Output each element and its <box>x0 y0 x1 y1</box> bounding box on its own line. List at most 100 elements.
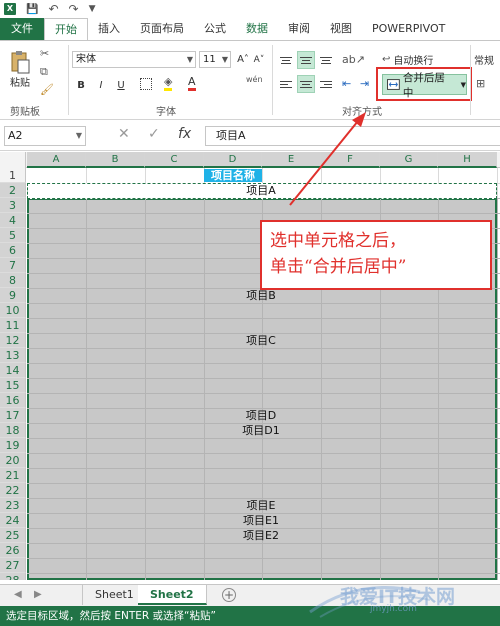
align-bottom-button[interactable] <box>317 51 335 69</box>
row-header-27[interactable]: 27 <box>0 558 26 573</box>
row-header-2[interactable]: 2 <box>0 183 26 198</box>
align-left-button[interactable] <box>277 75 295 93</box>
undo-icon[interactable]: ↶ <box>48 2 58 16</box>
underline-button[interactable]: U <box>114 77 128 93</box>
column-header-b[interactable]: B <box>86 152 145 168</box>
align-top-button[interactable] <box>277 51 295 69</box>
row-header-4[interactable]: 4 <box>0 213 26 228</box>
cell-project-e1[interactable]: 项目E1 <box>202 513 320 528</box>
increase-indent-icon[interactable]: ⇥ <box>360 77 369 90</box>
row-header-5[interactable]: 5 <box>0 228 26 243</box>
tab-data[interactable]: 数据 <box>236 18 278 40</box>
row-header-13[interactable]: 13 <box>0 348 26 363</box>
row-header-8[interactable]: 8 <box>0 273 26 288</box>
italic-button[interactable]: I <box>94 77 108 93</box>
borders-icon[interactable] <box>140 78 152 90</box>
status-text: 选定目标区域，然后按 ENTER 或选择“粘贴” <box>6 610 216 622</box>
tab-view[interactable]: 视图 <box>320 18 362 40</box>
tab-insert[interactable]: 插入 <box>88 18 130 40</box>
align-right-button[interactable] <box>317 75 335 93</box>
row-header-28[interactable]: 28 <box>0 573 26 580</box>
formula-bar: A2 ▼ ✕ ✓ fx 项目A <box>0 121 500 151</box>
row-header-22[interactable]: 22 <box>0 483 26 498</box>
tab-file[interactable]: 文件 <box>0 18 44 40</box>
row-header-7[interactable]: 7 <box>0 258 26 273</box>
cut-icon[interactable]: ✂ <box>40 47 49 60</box>
font-name-select[interactable]: 宋体 ▼ <box>72 51 196 68</box>
column-header-h[interactable]: H <box>438 152 497 168</box>
fill-color-icon[interactable]: ◈ <box>164 76 173 91</box>
select-all-corner[interactable] <box>0 152 26 168</box>
tab-formulas[interactable]: 公式 <box>194 18 236 40</box>
next-sheet-icon[interactable]: ▶ <box>34 589 42 600</box>
orientation-icon[interactable]: ab↗ <box>342 53 365 66</box>
formula-input[interactable]: 项目A <box>205 126 500 146</box>
grow-font-button[interactable]: A˄ <box>236 51 250 68</box>
add-sheet-icon[interactable]: + <box>222 588 236 602</box>
font-size-select[interactable]: 11 ▼ <box>199 51 231 68</box>
cell-project-b[interactable]: 项目B <box>202 288 320 303</box>
paste-button[interactable]: 粘贴 <box>6 45 34 93</box>
row-header-26[interactable]: 26 <box>0 543 26 558</box>
currency-icon[interactable]: ⊞ <box>476 77 485 90</box>
row-header-23[interactable]: 23 <box>0 498 26 513</box>
row-header-6[interactable]: 6 <box>0 243 26 258</box>
phonetic-button[interactable]: wén <box>246 75 263 84</box>
row-header-10[interactable]: 10 <box>0 303 26 318</box>
number-format-select[interactable]: 常规 <box>474 51 500 67</box>
fx-icon[interactable]: fx <box>178 126 191 142</box>
tab-powerpivot[interactable]: POWERPIVOT <box>362 18 455 40</box>
header-cell-d1[interactable]: 项目名称 <box>204 169 262 182</box>
row-header-21[interactable]: 21 <box>0 468 26 483</box>
instruction-callout: 选中单元格之后， 单击“合并后居中” <box>260 220 492 290</box>
tab-home[interactable]: 开始 <box>44 18 88 40</box>
row-header-16[interactable]: 16 <box>0 393 26 408</box>
format-painter-icon[interactable]: 🖌 <box>40 83 54 96</box>
font-color-icon[interactable]: A <box>188 76 196 91</box>
align-center-button[interactable] <box>297 75 315 93</box>
confirm-icon[interactable]: ✓ <box>148 126 160 142</box>
row-header-15[interactable]: 15 <box>0 378 26 393</box>
decrease-indent-icon[interactable]: ⇤ <box>342 77 351 90</box>
cell-project-d[interactable]: 项目D <box>202 408 320 423</box>
cancel-icon[interactable]: ✕ <box>118 126 130 142</box>
row-header-17[interactable]: 17 <box>0 408 26 423</box>
cell-project-e2[interactable]: 项目E2 <box>202 528 320 543</box>
cell-project-e[interactable]: 项目E <box>202 498 320 513</box>
row-header-14[interactable]: 14 <box>0 363 26 378</box>
column-header-d[interactable]: D <box>204 152 262 168</box>
row-header-3[interactable]: 3 <box>0 198 26 213</box>
tab-review[interactable]: 审阅 <box>278 18 320 40</box>
shrink-font-button[interactable]: A˅ <box>252 51 266 68</box>
prev-sheet-icon[interactable]: ◀ <box>14 589 22 600</box>
paste-icon <box>11 50 30 73</box>
redo-icon[interactable]: ↷ <box>69 2 79 16</box>
column-header-f[interactable]: F <box>321 152 380 168</box>
column-header-a[interactable]: A <box>27 152 86 168</box>
column-header-e[interactable]: E <box>262 152 321 168</box>
name-box[interactable]: A2 ▼ <box>4 126 86 146</box>
column-header-g[interactable]: G <box>380 152 438 168</box>
tab-page-layout[interactable]: 页面布局 <box>130 18 194 40</box>
sheet-tab-sheet2[interactable]: Sheet2 <box>138 585 207 605</box>
row-header-19[interactable]: 19 <box>0 438 26 453</box>
cell-project-d1[interactable]: 项目D1 <box>202 423 320 438</box>
spreadsheet-grid[interactable]: A B C D E F G H 1 2 3 4 5 6 7 8 9 10 11 12 13 14 15 16 1… <box>0 152 500 580</box>
row-header-9[interactable]: 9 <box>0 288 26 303</box>
row-header-12[interactable]: 12 <box>0 333 26 348</box>
filter-icon[interactable]: ▼ <box>89 4 96 14</box>
column-header-c[interactable]: C <box>145 152 204 168</box>
row-header-20[interactable]: 20 <box>0 453 26 468</box>
save-icon[interactable]: 💾 <box>26 4 38 15</box>
row-header-24[interactable]: 24 <box>0 513 26 528</box>
row-header-1[interactable]: 1 <box>0 168 26 183</box>
cell-project-c[interactable]: 项目C <box>202 333 320 348</box>
row-header-25[interactable]: 25 <box>0 528 26 543</box>
cell-project-a[interactable]: 项目A <box>202 183 320 198</box>
align-middle-button[interactable] <box>297 51 315 69</box>
row-header-18[interactable]: 18 <box>0 423 26 438</box>
copy-icon[interactable]: ⧉ <box>40 65 48 79</box>
bold-button[interactable]: B <box>74 77 88 93</box>
wrap-text-button[interactable]: ↩ 自动换行 <box>382 51 452 67</box>
row-header-11[interactable]: 11 <box>0 318 26 333</box>
